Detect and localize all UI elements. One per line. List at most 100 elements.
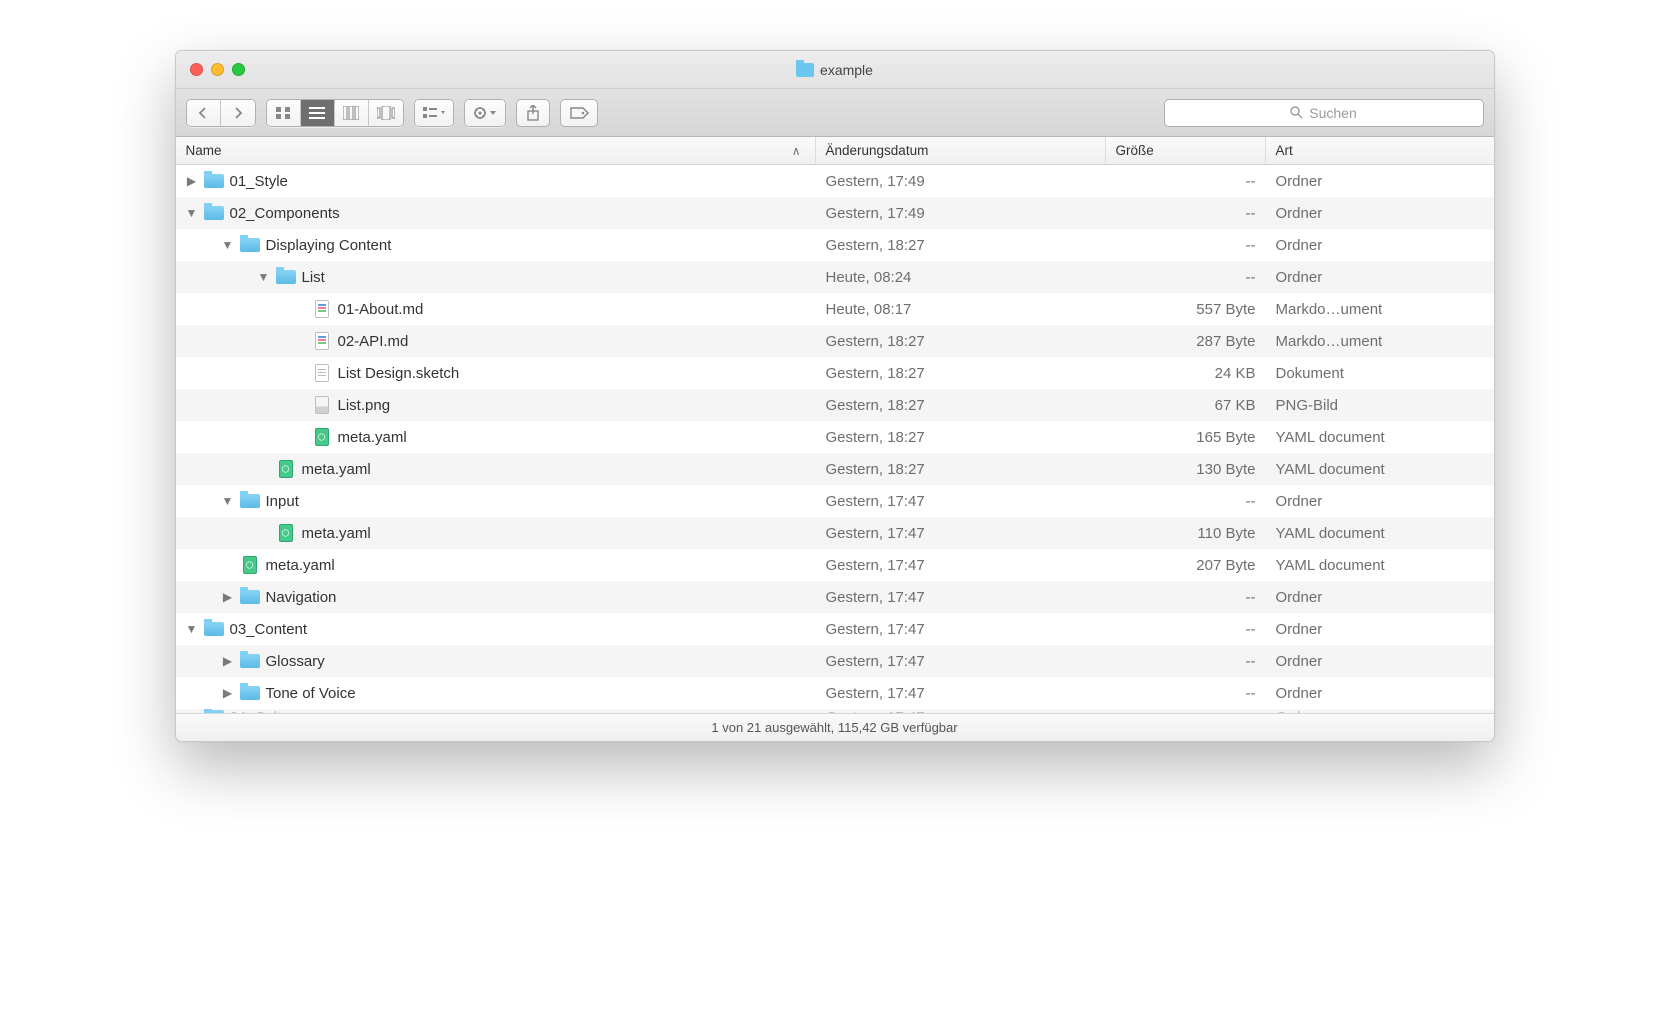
file-row[interactable]: ▶01_StyleGestern, 17:49--Ordner [176,165,1494,197]
file-name: Tone of Voice [266,685,356,702]
search-icon [1290,106,1303,119]
cell-size: -- [1106,653,1266,670]
back-button[interactable] [187,100,221,126]
file-row[interactable]: ▶04_CultureGestern, 17:47--Ordner [176,709,1494,713]
file-row[interactable]: ▶GlossaryGestern, 17:47--Ordner [176,645,1494,677]
cell-kind: Markdo…ument [1266,301,1494,318]
file-row[interactable]: ▼Displaying ContentGestern, 18:27--Ordne… [176,229,1494,261]
file-name: 03_Content [230,621,308,638]
column-view-button[interactable] [335,100,369,126]
file-name: Navigation [266,589,337,606]
cell-date: Gestern, 17:47 [816,493,1106,510]
folder-icon [796,63,814,77]
cell-size: -- [1106,173,1266,190]
view-mode-buttons [266,99,404,127]
file-name: meta.yaml [266,557,335,574]
titlebar: example [176,51,1494,89]
column-name[interactable]: Name ∧ [176,137,816,164]
cell-name: meta.yaml [176,461,816,478]
file-row[interactable]: 01-About.md Heute, 08:17557 ByteMarkdo…um… [176,293,1494,325]
cell-kind: YAML document [1266,557,1494,574]
file-row[interactable]: ▼InputGestern, 17:47--Ordner [176,485,1494,517]
disclosure-triangle[interactable]: ▼ [186,206,198,220]
file-list[interactable]: ▶01_StyleGestern, 17:49--Ordner ▼ 02_Compo… [176,165,1494,713]
cell-size: -- [1106,269,1266,286]
file-name: 01-About.md [338,301,424,318]
disclosure-triangle[interactable]: ▼ [258,270,270,284]
disclosure-triangle[interactable]: ▶ [186,710,198,713]
gallery-view-button[interactable] [369,100,403,126]
sort-indicator-icon: ∧ [792,144,805,158]
close-button[interactable] [190,63,203,76]
file-row[interactable]: ▼02_ComponentsGestern, 17:49--Ordner [176,197,1494,229]
column-kind[interactable]: Art [1266,137,1494,164]
cell-size: -- [1106,237,1266,254]
file-row[interactable]: 02-API.mdGestern, 18:27287 ByteMarkdo…um… [176,325,1494,357]
finder-window: example [175,50,1495,742]
file-row[interactable]: meta.yamlGestern, 18:27130 ByteYAML docu… [176,453,1494,485]
list-view-button[interactable] [301,100,335,126]
cell-date: Gestern, 18:27 [816,333,1106,350]
file-row[interactable]: meta.yamlGestern, 17:47207 ByteYAML docu… [176,549,1494,581]
folder-icon [204,205,224,221]
cell-size: 165 Byte [1106,429,1266,446]
folder-icon [240,653,260,669]
file-row[interactable]: List Design.sketch Gestern, 18:2724 KBDok… [176,357,1494,389]
disclosure-triangle[interactable]: ▼ [222,494,234,508]
disclosure-triangle[interactable]: ▼ [222,238,234,252]
cell-date: Gestern, 17:47 [816,557,1106,574]
forward-button[interactable] [221,100,255,126]
folder-icon [276,269,296,285]
yaml-file-icon [312,429,332,445]
cell-kind: Ordner [1266,653,1494,670]
file-row[interactable]: ▶NavigationGestern, 17:47--Ordner [176,581,1494,613]
cell-name: 02-API.md [176,333,816,350]
cell-date: Gestern, 18:27 [816,429,1106,446]
cell-date: Gestern, 18:27 [816,237,1106,254]
cell-date: Gestern, 17:47 [816,685,1106,702]
file-name: Displaying Content [266,237,392,254]
cell-size: 24 KB [1106,365,1266,382]
action-button[interactable] [465,100,505,126]
disclosure-triangle[interactable]: ▶ [222,654,234,668]
zoom-button[interactable] [232,63,245,76]
disclosure-triangle[interactable]: ▼ [186,622,198,636]
column-date[interactable]: Änderungsdatum [816,137,1106,164]
icon-view-button[interactable] [267,100,301,126]
cell-date: Heute, 08:17 [816,301,1106,318]
file-row[interactable]: ▶Tone of VoiceGestern, 17:47--Ordner [176,677,1494,709]
search-field[interactable]: Suchen [1164,99,1484,127]
disclosure-triangle[interactable]: ▶ [222,686,234,700]
cell-size: -- [1106,493,1266,510]
arrange-button[interactable] [415,100,453,126]
cell-kind: YAML document [1266,461,1494,478]
file-row[interactable]: meta.yamlGestern, 18:27165 ByteYAML docu… [176,421,1494,453]
file-row[interactable]: ▼ListHeute, 08:24--Ordner [176,261,1494,293]
cell-kind: Dokument [1266,365,1494,382]
cell-name: ▼ Displaying Content [176,237,816,254]
cell-date: Gestern, 18:27 [816,365,1106,382]
file-row[interactable]: ▼03_ContentGestern, 17:47--Ordner [176,613,1494,645]
cell-size: 557 Byte [1106,301,1266,318]
yaml-file-icon [240,557,260,573]
file-row[interactable]: List.pngGestern, 18:2767 KBPNG-Bild [176,389,1494,421]
status-bar: 1 von 21 ausgewählt, 115,42 GB verfügbar [176,713,1494,741]
folder-icon [204,173,224,189]
file-name: List Design.sketch [338,365,460,382]
cell-kind: Ordner [1266,205,1494,222]
folder-icon [240,237,260,253]
cell-kind: Markdo…ument [1266,333,1494,350]
tags-button[interactable] [560,99,598,127]
yaml-file-icon [276,461,296,477]
file-name: 02_Components [230,205,340,222]
window-title-text: example [820,62,873,78]
share-button[interactable] [516,99,550,127]
file-row[interactable]: meta.yamlGestern, 17:47110 ByteYAML docu… [176,517,1494,549]
disclosure-triangle[interactable]: ▶ [186,174,198,188]
cell-size: 130 Byte [1106,461,1266,478]
cell-kind: Ordner [1266,269,1494,286]
disclosure-triangle[interactable]: ▶ [222,590,234,604]
column-size[interactable]: Größe [1106,137,1266,164]
minimize-button[interactable] [211,63,224,76]
cell-date: Gestern, 17:49 [816,205,1106,222]
